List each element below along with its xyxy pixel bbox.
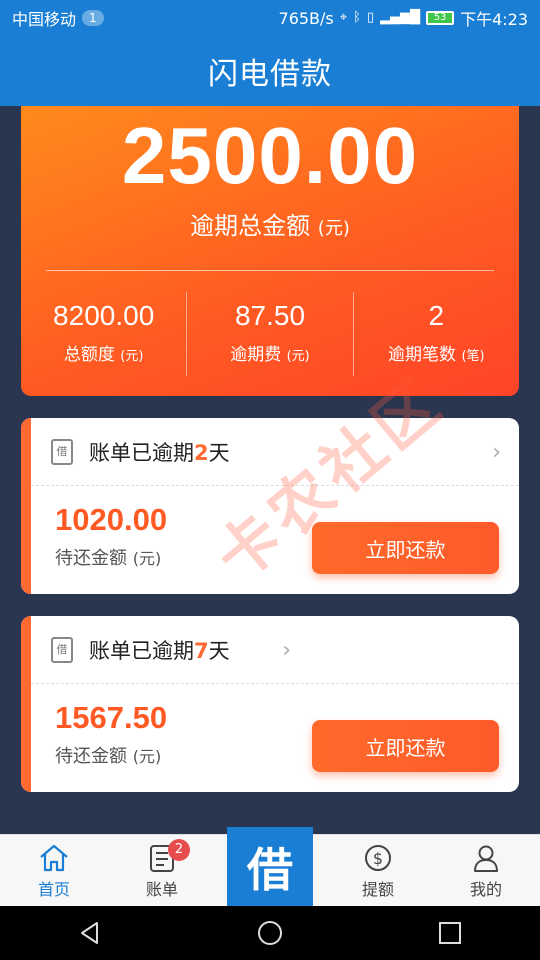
bill-header[interactable]: 借 账单已逾期2天 › [31,418,519,486]
tab-home[interactable]: 首页 [0,835,108,906]
battery-icon: 53 [426,11,455,25]
overdue-total-label-text: 逾期总金额 [190,212,311,240]
overdue-total-amount: 2500.00 [121,111,419,200]
loan-document-icon: 借 [51,438,73,465]
bill-amount-label: 待还金额 (元) [55,742,161,768]
chevron-right-icon[interactable]: › [282,638,291,663]
sim-badge: 1 [82,10,104,26]
home-circle-icon[interactable] [255,918,285,948]
tab-borrow[interactable]: 借 [216,827,324,907]
summary-stats: 8200.00 总额度 (元) 87.50 逾期费 (元) 2 逾期笔数 (笔) [21,292,519,376]
loan-document-icon: 借 [51,636,73,663]
borrow-button[interactable]: 借 [227,827,313,907]
status-bar: 中国移动 1 765B/s ⌖ ᛒ ▯ ▂▄▆█ 53 下午4:23 [0,0,540,36]
bill-title: 账单已逾期2天 [89,437,230,467]
network-speed: 765B/s [278,8,334,28]
bill-accent-bar [21,418,31,594]
page-header: 闪电借款 [0,36,540,106]
bluetooth-icon: ᛒ [353,10,361,25]
user-icon [474,845,498,872]
bill-header[interactable]: 借 账单已逾期7天 › [31,616,519,684]
stat-label: 总额度 (元) [21,340,186,365]
stat-label-text: 逾期费 [230,345,282,365]
recents-icon[interactable] [435,918,465,948]
notification-badge: 2 [168,839,190,861]
stat-label: 逾期费 (元) [187,340,352,365]
bill-amount: 1020.00 [55,502,168,537]
home-icon [40,844,68,871]
location-icon: ⌖ [339,10,348,25]
tab-home-label: 首页 [37,879,70,899]
status-right: 765B/s ⌖ ᛒ ▯ ▂▄▆█ 53 下午4:23 [279,6,528,30]
signal-icon: ▂▄▆█ [380,10,421,25]
bill-title-prefix: 账单已逾期 [89,638,194,663]
vibrate-icon: ▯ [366,10,375,25]
bill-amount-unit: (元) [132,747,162,766]
bottom-tab-bar: 首页 账单 2 借 $ 提额 我的 [0,827,540,907]
bill-title: 账单已逾期7天 [89,635,230,665]
dollar-icon: $ [365,844,391,871]
page-title: 闪电借款 [208,57,332,92]
bill-accent-bar [21,616,31,792]
bill-card[interactable]: 借 账单已逾期7天 › 1567.50 待还金额 (元) 立即还款 [21,616,519,792]
bill-amount-unit: (元) [132,549,162,568]
overdue-summary-card: 2500.00 逾期总金额 (元) 8200.00 总额度 (元) 87.50 … [21,106,519,396]
stat-unit: (元) [120,349,144,364]
overdue-days: 7 [194,638,209,663]
stat-label-text: 逾期笔数 [388,345,457,365]
bill-title-prefix: 账单已逾期 [89,440,194,465]
stat-value: 87.50 [234,300,306,331]
bill-title-suffix: 天 [208,638,230,663]
stat-overdue-count: 2 逾期笔数 (笔) [352,292,519,376]
bill-card[interactable]: 借 账单已逾期2天 › 1020.00 待还金额 (元) 立即还款 [21,418,519,594]
overdue-days: 2 [194,440,209,465]
back-icon[interactable] [75,918,105,948]
bill-amount-label-text: 待还金额 [55,548,127,569]
bill-amount-label: 待还金额 (元) [55,544,161,570]
tab-bills-label: 账单 [145,879,178,899]
stat-unit: (元) [286,349,310,364]
stat-overdue-fee: 87.50 逾期费 (元) [186,292,352,376]
carrier-name: 中国移动 [12,10,77,29]
system-nav-bar [0,906,540,960]
stat-value: 2 [428,300,445,331]
tab-withdraw-label: 提额 [361,879,394,899]
chevron-right-icon[interactable]: › [492,440,501,465]
stat-unit: (笔) [461,349,485,364]
tab-bills[interactable]: 账单 2 [108,835,216,906]
overdue-total-label: 逾期总金额 (元) [21,206,519,241]
tab-mine[interactable]: 我的 [432,835,540,906]
clock: 下午4:23 [460,10,528,29]
bill-title-suffix: 天 [208,440,230,465]
repay-now-button[interactable]: 立即还款 [312,720,499,772]
stat-value: 8200.00 [53,300,155,331]
stat-label-text: 总额度 [63,345,115,365]
stat-label: 逾期笔数 (笔) [354,340,519,365]
tab-withdraw[interactable]: $ 提额 [324,835,432,906]
borrow-label: 借 [247,843,293,897]
bill-amount-label-text: 待还金额 [55,746,127,767]
bill-amount: 1567.50 [55,700,168,735]
summary-divider [46,270,494,271]
stat-total-credit: 8200.00 总额度 (元) [21,292,186,376]
repay-now-button[interactable]: 立即还款 [312,522,499,574]
overdue-total-unit: (元) [317,218,350,239]
svg-text:$: $ [373,849,383,868]
tab-mine-label: 我的 [469,879,502,899]
status-left: 中国移动 1 [12,6,104,30]
